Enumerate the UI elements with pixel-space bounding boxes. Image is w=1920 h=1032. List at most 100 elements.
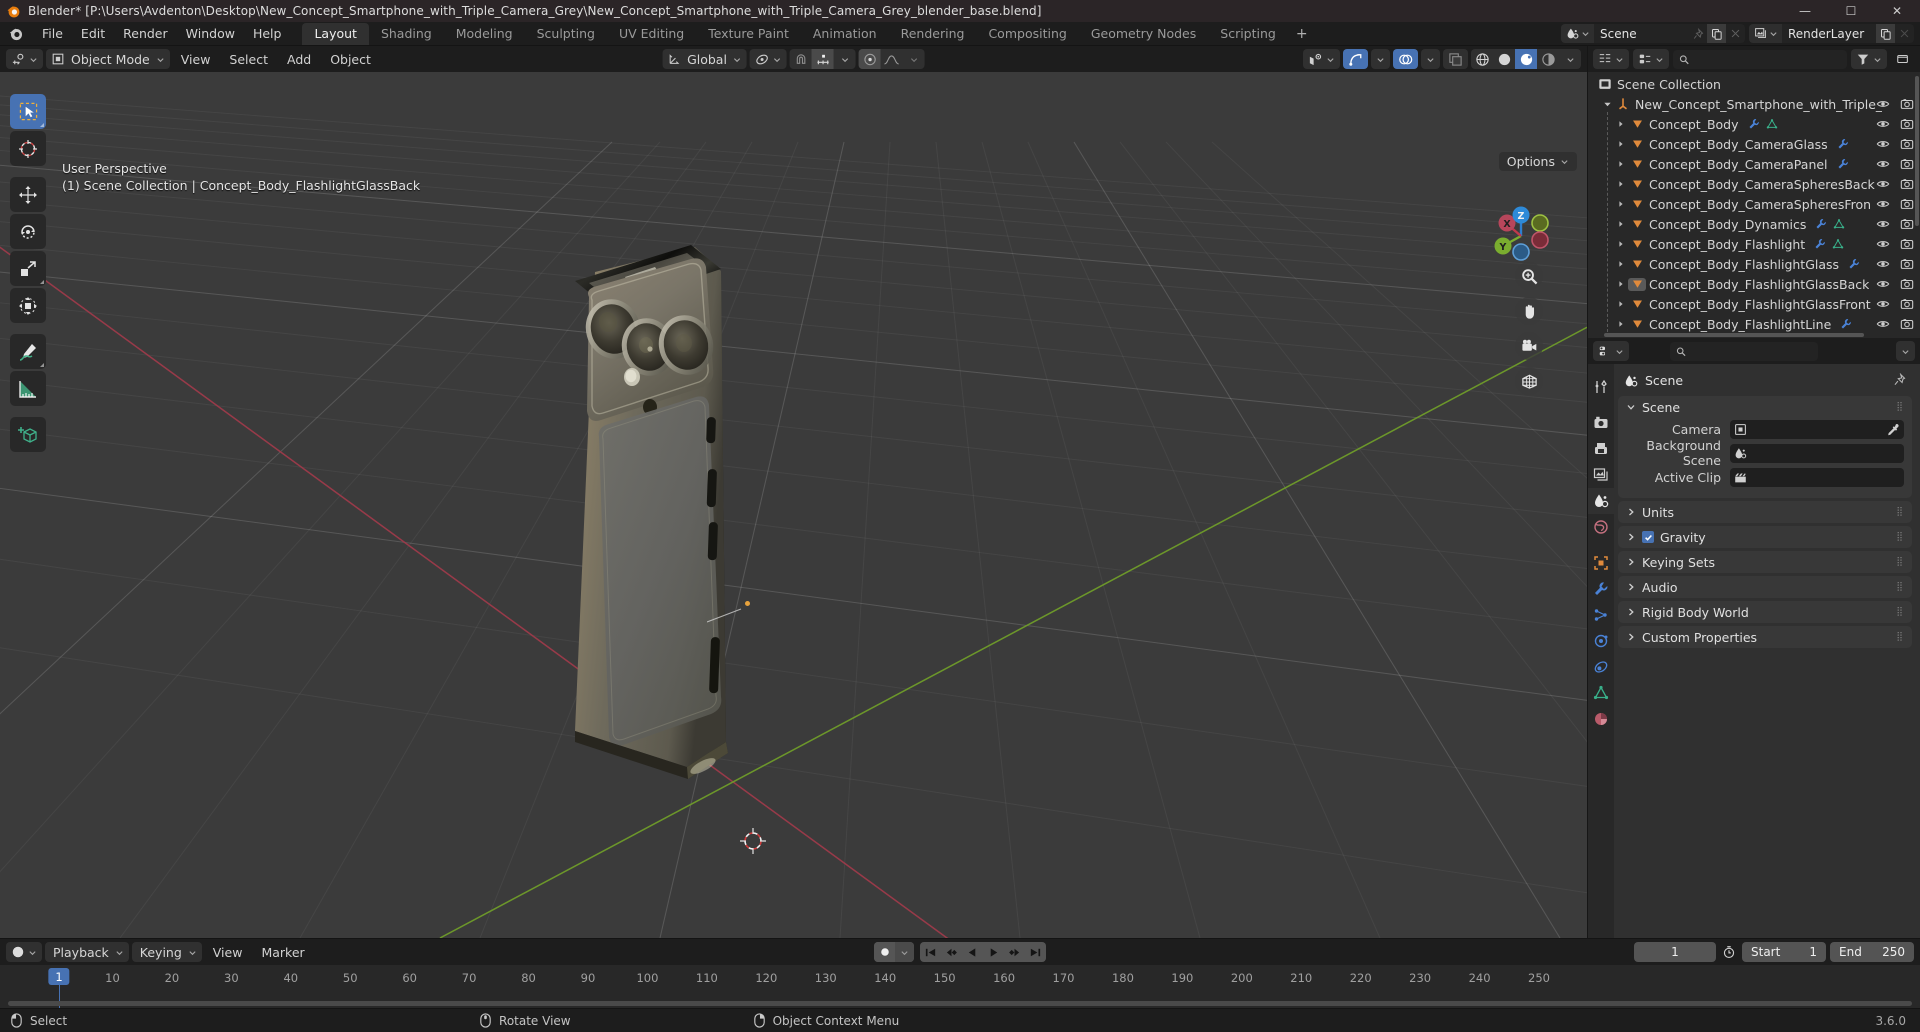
maximize-button[interactable]: ☐: [1828, 0, 1874, 22]
tab-particles-icon[interactable]: [1588, 602, 1614, 628]
scene-selector[interactable]: Scene: [1561, 24, 1745, 43]
outliner-row-object[interactable]: Concept_Body_FlashlightGlassBack: [1588, 274, 1920, 294]
modifier-icon[interactable]: [1848, 258, 1860, 270]
proportional-falloff-icon[interactable]: [881, 49, 903, 69]
panel-keying-sets-header[interactable]: Keying Sets ⣿: [1618, 551, 1912, 573]
auto-keying-toggle[interactable]: [874, 942, 895, 962]
overlays-chevron-down-icon[interactable]: [1421, 49, 1440, 69]
modifier-icon[interactable]: [1840, 318, 1852, 330]
background-scene-field[interactable]: [1730, 443, 1904, 463]
object-disclosure-icon[interactable]: [1614, 200, 1628, 208]
tab-uv-editing[interactable]: UV Editing: [607, 23, 696, 45]
material-preview-shading-icon[interactable]: [1515, 49, 1537, 69]
menu-help[interactable]: Help: [244, 24, 291, 44]
disable-in-renders-icon[interactable]: [1900, 297, 1914, 311]
outliner-row-object[interactable]: Concept_Body_CameraGlass: [1588, 134, 1920, 154]
smartphone-3d-model[interactable]: [575, 237, 895, 927]
outliner-filter-button[interactable]: [1851, 49, 1887, 69]
object-visibility-selector[interactable]: [1303, 49, 1340, 69]
object-disclosure-icon[interactable]: [1614, 220, 1628, 228]
object-disclosure-icon[interactable]: [1614, 160, 1628, 168]
solid-shading-icon[interactable]: [1493, 49, 1515, 69]
shading-chevron-down-icon[interactable]: [1559, 49, 1581, 69]
transform-tool[interactable]: [10, 288, 46, 323]
annotate-tool[interactable]: [10, 334, 46, 369]
hide-in-viewport-icon[interactable]: [1876, 317, 1890, 331]
tab-geometry-nodes[interactable]: Geometry Nodes: [1079, 23, 1208, 45]
cursor-tool[interactable]: [10, 131, 46, 166]
tab-world-icon[interactable]: [1588, 514, 1614, 540]
object-disclosure-icon[interactable]: [1614, 320, 1628, 328]
outliner-row-collection[interactable]: New_Concept_Smartphone_with_Triple_: [1588, 94, 1920, 114]
disable-in-renders-icon[interactable]: [1900, 317, 1914, 331]
collection-disclosure-icon[interactable]: [1600, 100, 1614, 109]
timeline-ruler[interactable]: 10 20 30 40 50 60 70 80 90 100 110 120 130 140 150 160 1…: [0, 965, 1920, 1008]
outliner-row-object[interactable]: Concept_Body: [1588, 114, 1920, 134]
scene-icon[interactable]: [1561, 24, 1594, 43]
panel-scene-header[interactable]: Scene ⣿: [1618, 396, 1912, 418]
scale-tool[interactable]: [10, 251, 46, 286]
outliner-search-input[interactable]: [1693, 52, 1841, 66]
pin-id-icon[interactable]: [1893, 373, 1906, 386]
outliner-row-object[interactable]: Concept_Body_Flashlight: [1588, 234, 1920, 254]
transform-orientation-selector[interactable]: Global: [662, 49, 747, 69]
close-button[interactable]: ✕: [1874, 0, 1920, 22]
disable-in-renders-icon[interactable]: [1900, 157, 1914, 171]
panel-rigid-body-world-header[interactable]: Rigid Body World ⣿: [1618, 601, 1912, 623]
tab-render-icon[interactable]: [1588, 410, 1614, 436]
outliner-row-object[interactable]: Concept_Body_FlashlightGlass: [1588, 254, 1920, 274]
menu-edit[interactable]: Edit: [72, 24, 114, 44]
tab-material-icon[interactable]: [1588, 706, 1614, 732]
hide-in-viewport-icon[interactable]: [1876, 197, 1890, 211]
delete-scene-icon[interactable]: [1726, 24, 1745, 43]
outliner-row-scene-collection[interactable]: Scene Collection: [1588, 74, 1920, 94]
disable-in-renders-icon[interactable]: [1900, 237, 1914, 251]
tab-tool-icon[interactable]: [1588, 374, 1614, 400]
mesh-data-icon[interactable]: [1766, 118, 1778, 130]
disable-in-renders-icon[interactable]: [1900, 177, 1914, 191]
hide-in-viewport-icon[interactable]: [1876, 137, 1890, 151]
add-workspace-button[interactable]: +: [1288, 24, 1316, 44]
new-scene-icon[interactable]: [1707, 24, 1726, 43]
outliner-horizontal-scrollbar[interactable]: [1604, 333, 1864, 337]
panel-units[interactable]: Units ⣿: [1618, 501, 1912, 523]
minimize-button[interactable]: —: [1782, 0, 1828, 22]
viewport-3d[interactable]: User Perspective (1) Scene Collection | …: [0, 72, 1587, 938]
snap-magnet-icon[interactable]: [790, 49, 812, 69]
hide-in-viewport-icon[interactable]: [1876, 257, 1890, 271]
toggle-ortho-icon[interactable]: [1515, 367, 1543, 395]
hide-in-viewport-icon[interactable]: [1876, 117, 1890, 131]
hide-in-viewport-icon[interactable]: [1876, 277, 1890, 291]
panel-units-header[interactable]: Units ⣿: [1618, 501, 1912, 523]
select-box-tool[interactable]: [10, 94, 46, 129]
rendered-shading-icon[interactable]: [1537, 49, 1559, 69]
outliner-row-object[interactable]: Concept_Body_CameraPanel: [1588, 154, 1920, 174]
editor-type-button[interactable]: [6, 49, 43, 69]
menu-render[interactable]: Render: [114, 24, 177, 44]
disable-in-renders-icon[interactable]: [1900, 217, 1914, 231]
keying-menu[interactable]: Keying: [131, 942, 202, 962]
wireframe-shading-icon[interactable]: [1471, 49, 1493, 69]
zoom-icon[interactable]: [1515, 262, 1543, 290]
panel-custom-properties-header[interactable]: Custom Properties ⣿: [1618, 626, 1912, 648]
timeline-horizontal-scrollbar[interactable]: [8, 1001, 1912, 1006]
tab-animation[interactable]: Animation: [801, 23, 889, 45]
outliner-tree[interactable]: Scene Collection New_Concept_Smartphone_…: [1588, 72, 1920, 338]
pin-scene-icon[interactable]: [1688, 24, 1707, 43]
disable-in-renders-icon[interactable]: [1900, 277, 1914, 291]
move-tool[interactable]: [10, 177, 46, 212]
hide-in-viewport-icon[interactable]: [1876, 177, 1890, 191]
view-layer-icon[interactable]: [1749, 24, 1782, 43]
au to-keying-chevron-down-icon[interactable]: [895, 942, 914, 962]
viewlayer-name[interactable]: RenderLayer: [1782, 27, 1876, 41]
modifier-icon[interactable]: [1815, 218, 1827, 230]
show-gizmo-button[interactable]: [1343, 49, 1368, 69]
outliner-search-box[interactable]: [1673, 49, 1847, 69]
tab-data-icon[interactable]: [1588, 680, 1614, 706]
frame-start-field[interactable]: Start 1: [1742, 942, 1826, 962]
outliner-row-object[interactable]: Concept_Body_CameraSpheresFron: [1588, 194, 1920, 214]
tab-scripting[interactable]: Scripting: [1208, 23, 1288, 45]
viewlayer-selector[interactable]: RenderLayer: [1749, 24, 1914, 43]
current-frame-field[interactable]: 1: [1634, 942, 1716, 962]
jump-start-icon[interactable]: [920, 942, 941, 962]
